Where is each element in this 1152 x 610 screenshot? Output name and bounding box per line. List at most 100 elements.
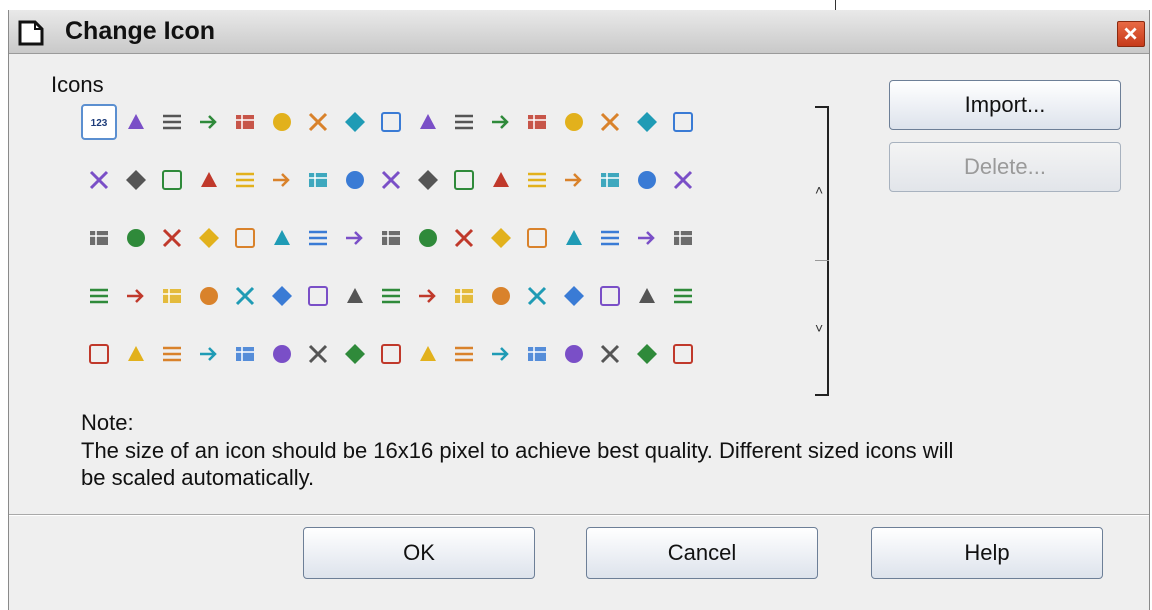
icon-cell[interactable] bbox=[154, 336, 190, 372]
icon-cell[interactable] bbox=[483, 162, 519, 198]
icon-cell[interactable] bbox=[446, 220, 482, 256]
icon-cell[interactable] bbox=[154, 220, 190, 256]
icon-cell[interactable] bbox=[264, 220, 300, 256]
icon-cell[interactable] bbox=[446, 278, 482, 314]
icon-cell[interactable] bbox=[337, 336, 373, 372]
icon-cell[interactable] bbox=[300, 162, 336, 198]
help-button[interactable]: Help bbox=[871, 527, 1103, 579]
icon-cell[interactable] bbox=[373, 336, 409, 372]
icon-cell[interactable] bbox=[446, 104, 482, 140]
icon-cell[interactable] bbox=[410, 104, 446, 140]
funnel-icon bbox=[565, 345, 583, 363]
icon-cell[interactable] bbox=[81, 220, 117, 256]
cancel-button[interactable]: Cancel bbox=[586, 527, 818, 579]
icon-cell[interactable] bbox=[410, 278, 446, 314]
icon-cell[interactable] bbox=[483, 278, 519, 314]
icon-cell[interactable] bbox=[264, 162, 300, 198]
icon-cell[interactable] bbox=[592, 220, 628, 256]
center-align-icon bbox=[274, 230, 290, 245]
icon-cell[interactable] bbox=[227, 336, 263, 372]
icon-cell[interactable] bbox=[154, 278, 190, 314]
title-bar[interactable]: Change Icon bbox=[9, 10, 1149, 54]
icon-cell[interactable] bbox=[665, 336, 701, 372]
icon-cell[interactable] bbox=[592, 104, 628, 140]
background-line bbox=[835, 0, 836, 10]
chevron-up-icon[interactable]: ˄ bbox=[815, 182, 823, 198]
icon-cell[interactable] bbox=[154, 162, 190, 198]
hexagon-dark-icon bbox=[673, 344, 693, 364]
icon-cell[interactable] bbox=[629, 104, 665, 140]
icon-cell[interactable] bbox=[665, 220, 701, 256]
icon-cell[interactable] bbox=[118, 278, 154, 314]
icon-cell[interactable] bbox=[483, 336, 519, 372]
icon-cell[interactable] bbox=[410, 336, 446, 372]
icon-cell[interactable] bbox=[118, 336, 154, 372]
icon-cell[interactable] bbox=[191, 220, 227, 256]
icon-cell[interactable] bbox=[227, 220, 263, 256]
delete-button[interactable]: Delete... bbox=[889, 142, 1121, 192]
icon-cell[interactable] bbox=[264, 278, 300, 314]
icon-cell[interactable] bbox=[519, 278, 555, 314]
icon-cell[interactable] bbox=[264, 336, 300, 372]
icon-cell[interactable] bbox=[629, 336, 665, 372]
bracket-arrow-icon bbox=[128, 114, 144, 129]
icon-cell[interactable] bbox=[118, 104, 154, 140]
icon-cell[interactable] bbox=[337, 220, 373, 256]
icon-cell[interactable] bbox=[665, 162, 701, 198]
icon-cell[interactable] bbox=[118, 162, 154, 198]
icon-cell[interactable] bbox=[556, 104, 592, 140]
icon-cell[interactable] bbox=[665, 104, 701, 140]
icon-cell[interactable] bbox=[483, 104, 519, 140]
import-button[interactable]: Import... bbox=[889, 80, 1121, 130]
icon-cell[interactable] bbox=[300, 278, 336, 314]
icon-cell[interactable] bbox=[556, 220, 592, 256]
icon-cell[interactable] bbox=[446, 162, 482, 198]
icon-cell[interactable] bbox=[592, 336, 628, 372]
icon-cell[interactable] bbox=[556, 336, 592, 372]
ok-button[interactable]: OK bbox=[303, 527, 535, 579]
icon-cell[interactable] bbox=[446, 336, 482, 372]
icon-cell[interactable] bbox=[629, 162, 665, 198]
icon-cell[interactable] bbox=[118, 220, 154, 256]
icon-cell[interactable] bbox=[81, 336, 117, 372]
icon-cell[interactable] bbox=[337, 104, 373, 140]
icon-cell[interactable] bbox=[264, 104, 300, 140]
icon-cell[interactable] bbox=[592, 278, 628, 314]
icon-cell[interactable] bbox=[483, 220, 519, 256]
close-button[interactable] bbox=[1117, 21, 1145, 47]
icon-cell[interactable] bbox=[629, 278, 665, 314]
icon-cell[interactable] bbox=[300, 220, 336, 256]
icon-cell[interactable] bbox=[227, 104, 263, 140]
icon-cell[interactable] bbox=[227, 278, 263, 314]
icon-cell[interactable] bbox=[191, 278, 227, 314]
icon-cell[interactable] bbox=[337, 278, 373, 314]
icon-cell[interactable] bbox=[191, 336, 227, 372]
icon-cell[interactable] bbox=[81, 162, 117, 198]
icon-cell[interactable] bbox=[300, 336, 336, 372]
icon-cell[interactable] bbox=[519, 162, 555, 198]
icon-cell[interactable] bbox=[519, 336, 555, 372]
icon-cell[interactable] bbox=[227, 162, 263, 198]
icon-cell[interactable] bbox=[191, 104, 227, 140]
icon-cell[interactable] bbox=[592, 162, 628, 198]
icon-cell[interactable] bbox=[300, 104, 336, 140]
triangle-icon bbox=[637, 344, 657, 364]
icon-cell[interactable] bbox=[81, 278, 117, 314]
icon-cell[interactable] bbox=[337, 162, 373, 198]
icon-cell[interactable] bbox=[373, 278, 409, 314]
icon-cell[interactable] bbox=[629, 220, 665, 256]
icon-cell[interactable] bbox=[410, 162, 446, 198]
icon-cell[interactable] bbox=[519, 220, 555, 256]
icon-cell[interactable]: 123 bbox=[81, 104, 117, 140]
icon-cell[interactable] bbox=[556, 278, 592, 314]
icon-cell[interactable] bbox=[191, 162, 227, 198]
chevron-down-icon[interactable]: ˅ bbox=[815, 320, 823, 336]
icon-cell[interactable] bbox=[154, 104, 190, 140]
icon-cell[interactable] bbox=[373, 104, 409, 140]
icon-cell[interactable] bbox=[373, 162, 409, 198]
icon-cell[interactable] bbox=[519, 104, 555, 140]
icon-cell[interactable] bbox=[556, 162, 592, 198]
icon-cell[interactable] bbox=[410, 220, 446, 256]
icon-cell[interactable] bbox=[665, 278, 701, 314]
icon-cell[interactable] bbox=[373, 220, 409, 256]
